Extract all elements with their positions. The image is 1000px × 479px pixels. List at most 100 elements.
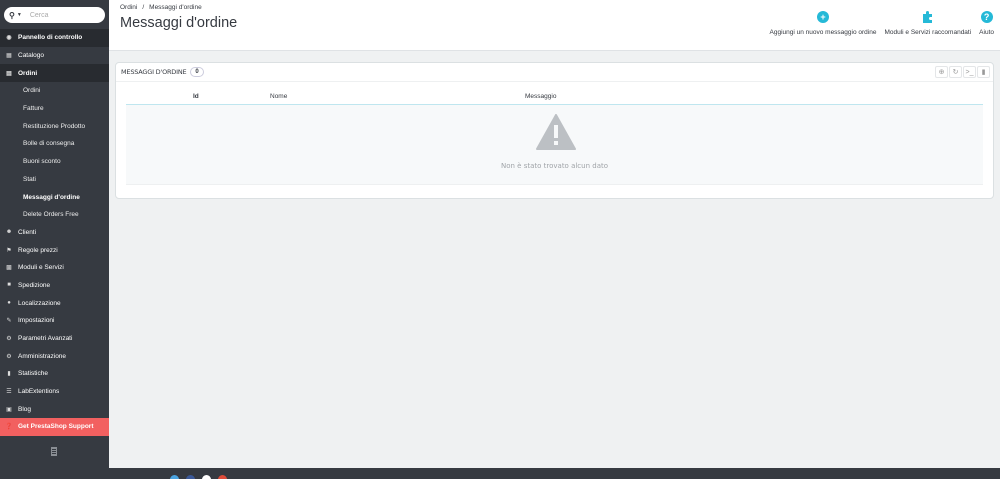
sidebar-item-label: Blog [18,405,32,413]
sidebar-item-label: Restituzione Prodotto [23,122,86,130]
puzzle-icon [921,10,934,23]
social-icon[interactable] [186,475,195,479]
price-rules-icon: ⚑ [6,247,12,254]
empty-message: Non è stato trovato alcun dato [500,162,609,170]
chevron-down-icon[interactable]: ▼ [17,12,22,18]
sidebar-item-label: Ordini [23,87,41,95]
messages-table: Id Nome Messaggio Non è stato trovato al… [126,89,983,185]
warning-icon [536,114,576,150]
social-icon[interactable] [202,475,211,479]
cogs-icon: ⚙ [6,336,12,343]
empty-state: Non è stato trovato alcun dato [126,105,983,185]
table-header: Id Nome Messaggio [126,89,983,105]
page-footer [109,468,1000,479]
plus-circle-icon: + [816,10,829,23]
sidebar-item-price-rules[interactable]: ⚑ Regole prezzi [0,241,109,259]
wrench-icon: ✎ [6,318,12,325]
help-button[interactable]: ? Aiuto [979,10,994,36]
search-icon[interactable]: ⚲ [9,11,15,20]
sidebar-subitem-order-messages[interactable]: Messaggi d'ordine [0,188,109,206]
sidebar-subitem-returns[interactable]: Restituzione Prodotto [0,117,109,135]
breadcrumb-separator: / [142,4,145,11]
sidebar-item-label: Amministrazione [18,352,67,360]
sidebar-item-label: Impostazioni [18,317,55,325]
catalog-icon: ▦ [6,53,12,60]
sidebar-item-catalog[interactable]: ▦ Catalogo [0,47,109,65]
sidebar-item-label: Ordini [18,69,38,77]
panel-actions: ⊕ ↻ >_ ▮ [935,66,990,78]
add-message-label: Aggiungi un nuovo messaggio ordine [769,29,877,36]
sidebar-item-label: Bolle di consegna [23,140,75,148]
sidebar-subitem-invoices[interactable]: Fatture [0,100,109,118]
sql-query-icon[interactable]: >_ [963,66,976,78]
help-label: Aiuto [979,29,994,36]
sidebar-item-label: Get PrestaShop Support [18,423,94,431]
sidebar-menu: ◉ Pannello di controllo ▦ Catalogo ▤ Ord… [0,29,109,436]
sidebar-item-customers[interactable]: ☻ Clienti [0,224,109,242]
sidebar-item-label: Clienti [18,228,37,236]
count-badge: 0 [190,67,204,77]
search-input[interactable] [29,11,94,19]
sidebar-item-label: Statistiche [18,370,48,378]
social-icon[interactable] [218,475,227,479]
sidebar-item-administration[interactable]: ⚙ Amministrazione [0,347,109,365]
shipping-icon: ■ [7,282,11,289]
sidebar-item-dashboard[interactable]: ◉ Pannello di controllo [0,29,109,47]
delete-icon[interactable]: ▮ [977,66,990,78]
sidebar-subitem-delivery-slips[interactable]: Bolle di consegna [0,135,109,153]
sidebar-item-shipping[interactable]: ■ Spedizione [0,277,109,295]
sidebar-item-settings[interactable]: ✎ Impostazioni [0,312,109,330]
sidebar-item-orders[interactable]: ▤ Ordini [0,64,109,83]
sidebar-item-advanced-params[interactable]: ⚙ Parametri Avanzati [0,330,109,348]
sidebar-subitem-statuses[interactable]: Stati [0,171,109,189]
sidebar-subitem-vouchers[interactable]: Buoni sconto [0,153,109,171]
column-header-id[interactable]: Id [193,93,199,100]
dashboard-icon: ◉ [6,35,12,42]
sidebar-item-blog[interactable]: ▣ Blog [0,400,109,418]
panel-title: Messaggi d'ordine [121,68,187,76]
panel-heading: Messaggi d'ordine 0 [116,63,993,82]
column-header-message[interactable]: Messaggio [525,93,556,100]
sidebar-item-stats[interactable]: ▮ Statistiche [0,365,109,383]
breadcrumb-item-orders[interactable]: Ordini [120,4,137,11]
sidebar-item-localization[interactable]: ● Localizzazione [0,294,109,312]
sidebar-item-label: LabExtentions [18,388,60,396]
sidebar-item-label: Delete Orders Free [23,211,79,219]
recommended-modules-button[interactable]: Moduli e Servizi raccomandati [884,10,971,36]
search-box[interactable]: ⚲ ▼ [4,7,105,23]
list-icon: ☰ [6,389,12,396]
blog-icon: ▣ [6,406,12,413]
sidebar-item-label: Spedizione [18,281,51,289]
social-icon[interactable] [170,475,179,479]
sidebar-item-label: Catalogo [18,52,45,60]
recommended-modules-label: Moduli e Servizi raccomandati [884,29,972,36]
sidebar-item-support[interactable]: ❓ Get PrestaShop Support [0,418,109,436]
add-new-icon[interactable]: ⊕ [935,66,948,78]
orders-icon: ▤ [6,70,12,77]
toolbar: + Aggiungi un nuovo messaggio ordine Mod… [769,10,994,36]
page-header: Ordini / Messaggi d'ordine Messaggi d'or… [109,0,1000,51]
sidebar-item-label: Localizzazione [18,299,61,307]
order-messages-panel: Messaggi d'ordine 0 ⊕ ↻ >_ ▮ Id Nome Mes… [115,62,994,199]
sidebar-item-label: Fatture [23,105,44,113]
column-header-name[interactable]: Nome [270,93,287,100]
sidebar-item-label: Moduli e Servizi [18,264,64,272]
sidebar-subitem-orders[interactable]: Ordini [0,82,109,100]
sidebar-item-label: Regole prezzi [18,246,58,254]
sidebar-item-label: Parametri Avanzati [18,335,73,343]
help-icon: ❓ [5,424,13,431]
modules-icon: ▩ [6,265,12,272]
refresh-icon[interactable]: ↻ [949,66,962,78]
sidebar-subitem-delete-orders[interactable]: Delete Orders Free [0,206,109,224]
sidebar-item-modules[interactable]: ▩ Moduli e Servizi [0,259,109,277]
question-circle-icon: ? [980,10,993,23]
sidebar-item-label: Stati [23,175,37,183]
collapse-menu-icon[interactable] [51,447,57,456]
add-message-button[interactable]: + Aggiungi un nuovo messaggio ordine [769,10,877,36]
sidebar-item-labextentions[interactable]: ☰ LabExtentions [0,383,109,401]
sidebar-item-label: Pannello di controllo [18,34,83,42]
sidebar: ⚲ ▼ ◉ Pannello di controllo ▦ Catalogo ▤… [0,0,109,479]
breadcrumb-item-current: Messaggi d'ordine [149,4,202,11]
sidebar-item-label: Buoni sconto [23,158,61,166]
customers-icon: ☻ [5,229,13,236]
